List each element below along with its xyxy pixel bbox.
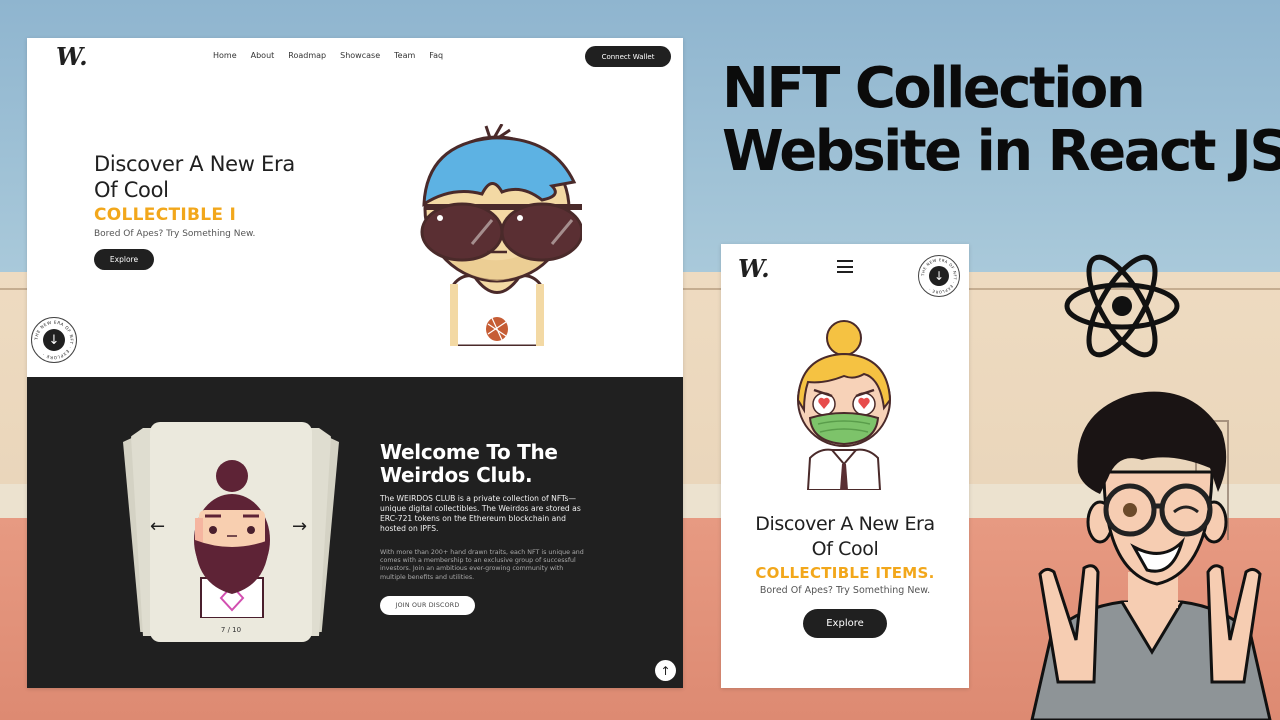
arrow-down-icon: ↓ <box>43 329 65 351</box>
mobile-hero-subtitle: Bored Of Apes? Try Something New. <box>759 585 931 596</box>
scroll-to-top-button[interactable]: ↑ <box>655 660 676 681</box>
headline-line-1: NFT Collection <box>722 56 1146 121</box>
desktop-preview: W. Home About Roadmap Showcase Team Faq … <box>27 38 683 688</box>
hamburger-menu-icon[interactable] <box>837 260 853 273</box>
join-discord-button[interactable]: JOIN OUR DISCORD <box>380 596 475 615</box>
creator-avatar <box>1030 391 1272 720</box>
nft-carousel[interactable]: ← → 7 / 10 <box>123 422 339 644</box>
nav-links: Home About Roadmap Showcase Team Faq <box>213 51 443 60</box>
nav-roadmap[interactable]: Roadmap <box>288 51 326 60</box>
mobile-hero-typewriter-text: COLLECTIBLE ITEMS. <box>755 564 935 582</box>
about-paragraph-1: The WEIRDOS CLUB is a private collection… <box>380 494 581 533</box>
mobile-logo[interactable]: W. <box>738 254 770 283</box>
carousel-next-arrow[interactable]: → <box>292 516 307 537</box>
headline-line-2: Website in React JS <box>722 119 1280 184</box>
mobile-explore-round-badge[interactable]: THE NEW ERA OF NFT · EXPLORE · ↓ <box>918 255 960 297</box>
mobile-preview: W. THE NEW ERA OF NFT · EXPLORE · ↓ Disc… <box>721 244 969 688</box>
about-section: ← → 7 / 10 Welcome To The Weirdos Club. … <box>27 377 683 688</box>
hero-nft-character <box>420 124 582 346</box>
navbar: W. Home About Roadmap Showcase Team Faq … <box>27 38 683 76</box>
arrow-down-icon: ↓ <box>929 266 949 286</box>
explore-round-badge[interactable]: THE NEW ERA OF NFT · EXPLORE · ↓ <box>31 317 77 363</box>
hero-typewriter-text: COLLECTIBLE I <box>94 205 237 225</box>
mobile-hero-title-line-1: Discover A New Era <box>755 513 935 535</box>
nav-about[interactable]: About <box>251 51 275 60</box>
react-logo-icon <box>1064 254 1180 358</box>
nav-home[interactable]: Home <box>213 51 237 60</box>
carousel-nft-character <box>194 460 270 618</box>
carousel-counter: 7 / 10 <box>220 626 242 634</box>
carousel-prev-arrow[interactable]: ← <box>150 516 165 537</box>
logo[interactable]: W. <box>56 42 88 71</box>
explore-button[interactable]: Explore <box>94 249 154 270</box>
mobile-explore-button[interactable]: Explore <box>803 609 887 638</box>
connect-wallet-button[interactable]: Connect Wallet <box>585 46 671 67</box>
mobile-hero-title-line-2: Of Cool <box>811 538 879 560</box>
nav-faq[interactable]: Faq <box>429 51 443 60</box>
nav-showcase[interactable]: Showcase <box>340 51 380 60</box>
video-headline: NFT Collection Website in React JS <box>722 57 1280 183</box>
hero-subtitle: Bored Of Apes? Try Something New. <box>94 229 256 239</box>
mobile-nft-character <box>796 320 892 490</box>
about-paragraph-2: With more than 200+ hand drawn traits, e… <box>380 549 584 581</box>
mobile-hero-title: Discover A New Era Of Cool <box>721 512 969 562</box>
hero-title: Discover A New Era Of Cool <box>94 152 295 202</box>
carousel-card-front: ← → 7 / 10 <box>150 422 312 642</box>
about-title: Welcome To The Weirdos Club. <box>380 440 558 487</box>
nav-team[interactable]: Team <box>394 51 415 60</box>
